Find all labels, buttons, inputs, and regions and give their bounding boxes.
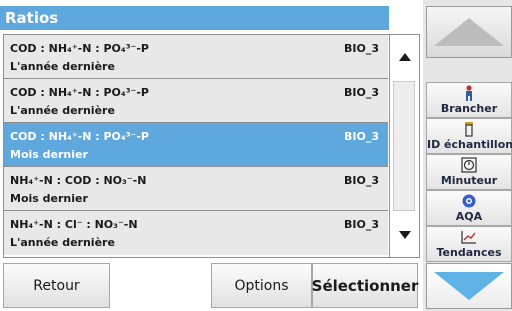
list-item-period: L'année dernière — [10, 236, 115, 249]
list-item-formula: COD : NH₄⁺-N : PO₄³⁻-P — [10, 130, 149, 143]
triangle-down-icon — [399, 231, 411, 239]
list-item[interactable]: COD : NH₄⁺-N : PO₄³⁻-P L'année dernière … — [4, 79, 388, 123]
right-sidebar: Brancher ID échantillon Minuteur AQA Ten… — [423, 0, 512, 311]
list-item-period: L'année dernière — [10, 60, 115, 73]
list-item[interactable]: NH₄⁺-N : COD : NO₃⁻-N Mois dernier BIO_3 — [4, 167, 388, 211]
trends-label: Tendances — [436, 246, 502, 259]
user-icon — [427, 85, 511, 102]
list-item-code: BIO_3 — [344, 42, 379, 55]
aqa-icon — [427, 193, 511, 210]
scroll-down-button[interactable] — [392, 217, 418, 253]
timer-label: Minuteur — [440, 174, 498, 187]
page-up-button[interactable] — [426, 6, 512, 58]
scroll-up-button[interactable] — [392, 39, 418, 75]
sample-vial-icon — [427, 121, 511, 138]
list-item[interactable]: NH₄⁺-N : Cl⁻ : NO₃⁻-N L'année dernière B… — [4, 211, 388, 255]
page-down-button[interactable] — [426, 263, 512, 309]
list-item-formula: NH₄⁺-N : COD : NO₃⁻-N — [10, 174, 147, 187]
list-item-period: Mois dernier — [10, 192, 88, 205]
back-button[interactable]: Retour — [3, 263, 110, 308]
list-item-selected[interactable]: COD : NH₄⁺-N : PO₄³⁻-P Mois dernier BIO_… — [4, 123, 388, 167]
list-item-formula: COD : NH₄⁺-N : PO₄³⁻-P — [10, 42, 149, 55]
scroll-thumb[interactable] — [393, 81, 415, 211]
brancher-button[interactable]: Brancher — [426, 82, 512, 118]
triangle-up-icon — [399, 53, 411, 61]
list-item-formula: NH₄⁺-N : Cl⁻ : NO₃⁻-N — [10, 218, 138, 231]
sample-id-button[interactable]: ID échantillon — [426, 118, 512, 154]
list-item-code: BIO_3 — [344, 130, 379, 143]
aqa-button[interactable]: AQA — [426, 190, 512, 226]
list-item-code: BIO_3 — [344, 218, 379, 231]
list-item-code: BIO_3 — [344, 86, 379, 99]
timer-button[interactable]: Minuteur — [426, 154, 512, 190]
trends-button[interactable]: Tendances — [426, 226, 512, 262]
select-button[interactable]: Sélectionner — [312, 263, 418, 308]
brancher-label: Brancher — [440, 102, 498, 115]
trend-chart-icon — [427, 229, 511, 246]
page-title: Ratios — [0, 6, 389, 30]
list-item-period: Mois dernier — [10, 148, 88, 161]
list-item-period: L'année dernière — [10, 104, 115, 117]
list-item-code: BIO_3 — [344, 174, 379, 187]
list-item-formula: COD : NH₄⁺-N : PO₄³⁻-P — [10, 86, 149, 99]
arrow-down-icon — [434, 272, 504, 300]
sample-id-label: ID échantillon — [427, 138, 512, 151]
arrow-up-icon — [434, 18, 504, 46]
ratio-list: COD : NH₄⁺-N : PO₄³⁻-P L'année dernière … — [3, 34, 420, 258]
options-button[interactable]: Options — [211, 263, 312, 308]
timer-icon — [427, 157, 511, 174]
aqa-label: AQA — [455, 210, 483, 223]
list-scrollbar[interactable] — [389, 35, 419, 257]
list-item[interactable]: COD : NH₄⁺-N : PO₄³⁻-P L'année dernière … — [4, 35, 388, 79]
